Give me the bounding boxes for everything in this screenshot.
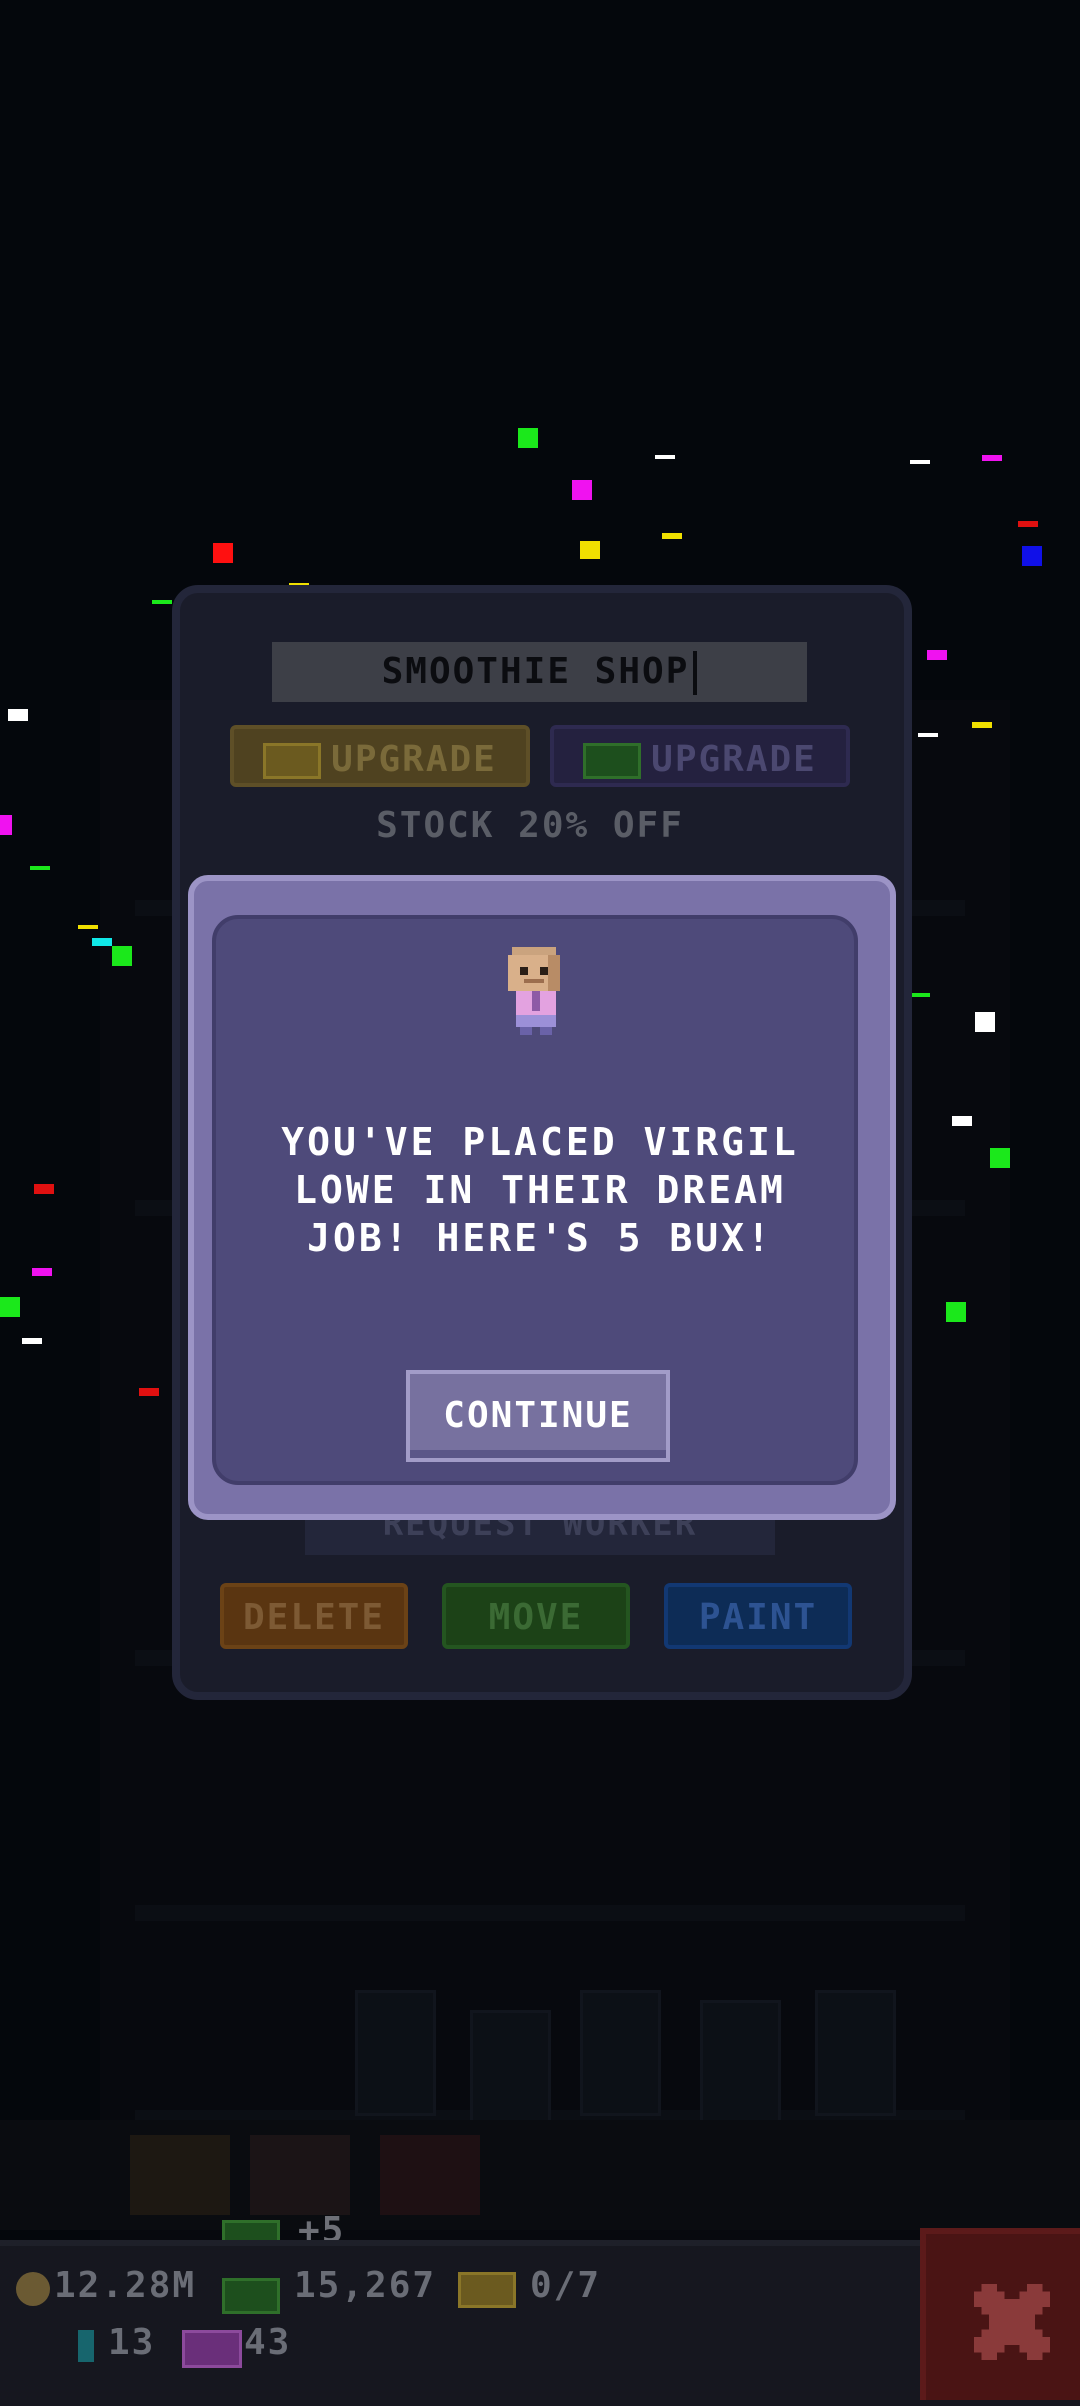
- bux-bill-icon: [222, 2278, 280, 2314]
- background-window: [815, 1990, 896, 2116]
- close-icon: [974, 2284, 1050, 2360]
- confetti-piece: [518, 428, 538, 448]
- coin-icon: [16, 2272, 50, 2306]
- confetti-piece: [580, 541, 600, 559]
- move-button[interactable]: MOVE: [442, 1583, 630, 1649]
- bux-value: 15,267: [294, 2265, 437, 2306]
- confetti-piece: [655, 455, 675, 459]
- confetti-piece: [213, 543, 233, 563]
- confetti-piece: [34, 1184, 54, 1194]
- bitizen-avatar: [508, 947, 560, 1035]
- bux-bill-icon: [583, 743, 642, 779]
- confetti-piece: [990, 1148, 1010, 1168]
- gem-icon: [78, 2330, 94, 2362]
- build-icon: [380, 2135, 480, 2215]
- continue-button[interactable]: CONTINUE: [406, 1370, 670, 1462]
- confetti-piece: [662, 533, 682, 539]
- confetti-piece: [946, 1302, 966, 1322]
- gems-value: 13: [108, 2322, 156, 2363]
- golden-ticket-icon: [263, 743, 322, 779]
- shop-name-text: SMOOTHIE SHOP: [381, 651, 690, 692]
- close-button[interactable]: [920, 2228, 1080, 2400]
- confetti-piece: [1018, 521, 1038, 527]
- confetti-piece: [975, 1012, 995, 1032]
- background-window: [470, 2010, 551, 2136]
- move-label: MOVE: [488, 1597, 584, 1638]
- confetti-piece: [0, 815, 12, 835]
- confetti-piece: [982, 455, 1002, 461]
- confetti-piece: [8, 709, 28, 721]
- delete-label: DELETE: [242, 1597, 386, 1638]
- confetti-piece: [1022, 546, 1042, 566]
- confetti-piece: [139, 1388, 159, 1396]
- floor-divider: [135, 1905, 965, 1921]
- coins-value: 12.28M: [54, 2265, 197, 2306]
- confetti-piece: [972, 722, 992, 728]
- confetti-piece: [910, 460, 930, 464]
- continue-label: CONTINUE: [443, 1395, 633, 1436]
- upgrade-bux-button[interactable]: UPGRADE: [550, 725, 850, 787]
- shop-name-input[interactable]: SMOOTHIE SHOP: [272, 642, 807, 702]
- confetti-piece: [152, 600, 172, 604]
- stock-discount-label: STOCK 20% OFF: [376, 805, 684, 846]
- upgrade-coins-button[interactable]: UPGRADE: [230, 725, 530, 787]
- background-window: [700, 2000, 781, 2126]
- dialog-message: YOU'VE PLACED VIRGIL LOWE IN THEIR DREAM…: [281, 1120, 799, 1260]
- confetti-piece: [30, 866, 50, 870]
- confetti-piece: [572, 480, 592, 500]
- confetti-piece: [0, 1297, 20, 1317]
- confetti-piece: [918, 733, 938, 737]
- delete-button[interactable]: DELETE: [220, 1583, 408, 1649]
- text-caret: [693, 651, 698, 695]
- confetti-piece: [112, 946, 132, 966]
- confetti-piece: [927, 650, 947, 660]
- confetti-piece: [92, 938, 112, 946]
- confetti-piece: [32, 1268, 52, 1276]
- golden-tickets-value: 0/7: [530, 2265, 602, 2306]
- elevator-icon: [130, 2135, 230, 2215]
- paint-button[interactable]: PAINT: [664, 1583, 852, 1649]
- background-window: [580, 1990, 661, 2116]
- golden-ticket-icon: [458, 2272, 516, 2308]
- upgrade-coins-label: UPGRADE: [331, 739, 497, 780]
- vip-tickets-value: 43: [244, 2322, 292, 2363]
- confetti-piece: [952, 1116, 972, 1126]
- confetti-piece: [22, 1338, 42, 1344]
- confetti-piece: [910, 993, 930, 997]
- confetti-piece: [78, 925, 98, 929]
- upgrade-bux-label: UPGRADE: [651, 739, 817, 780]
- paint-label: PAINT: [698, 1597, 818, 1638]
- background-window: [355, 1990, 436, 2116]
- tool-icon: [250, 2135, 350, 2215]
- vip-ticket-icon: [182, 2330, 242, 2368]
